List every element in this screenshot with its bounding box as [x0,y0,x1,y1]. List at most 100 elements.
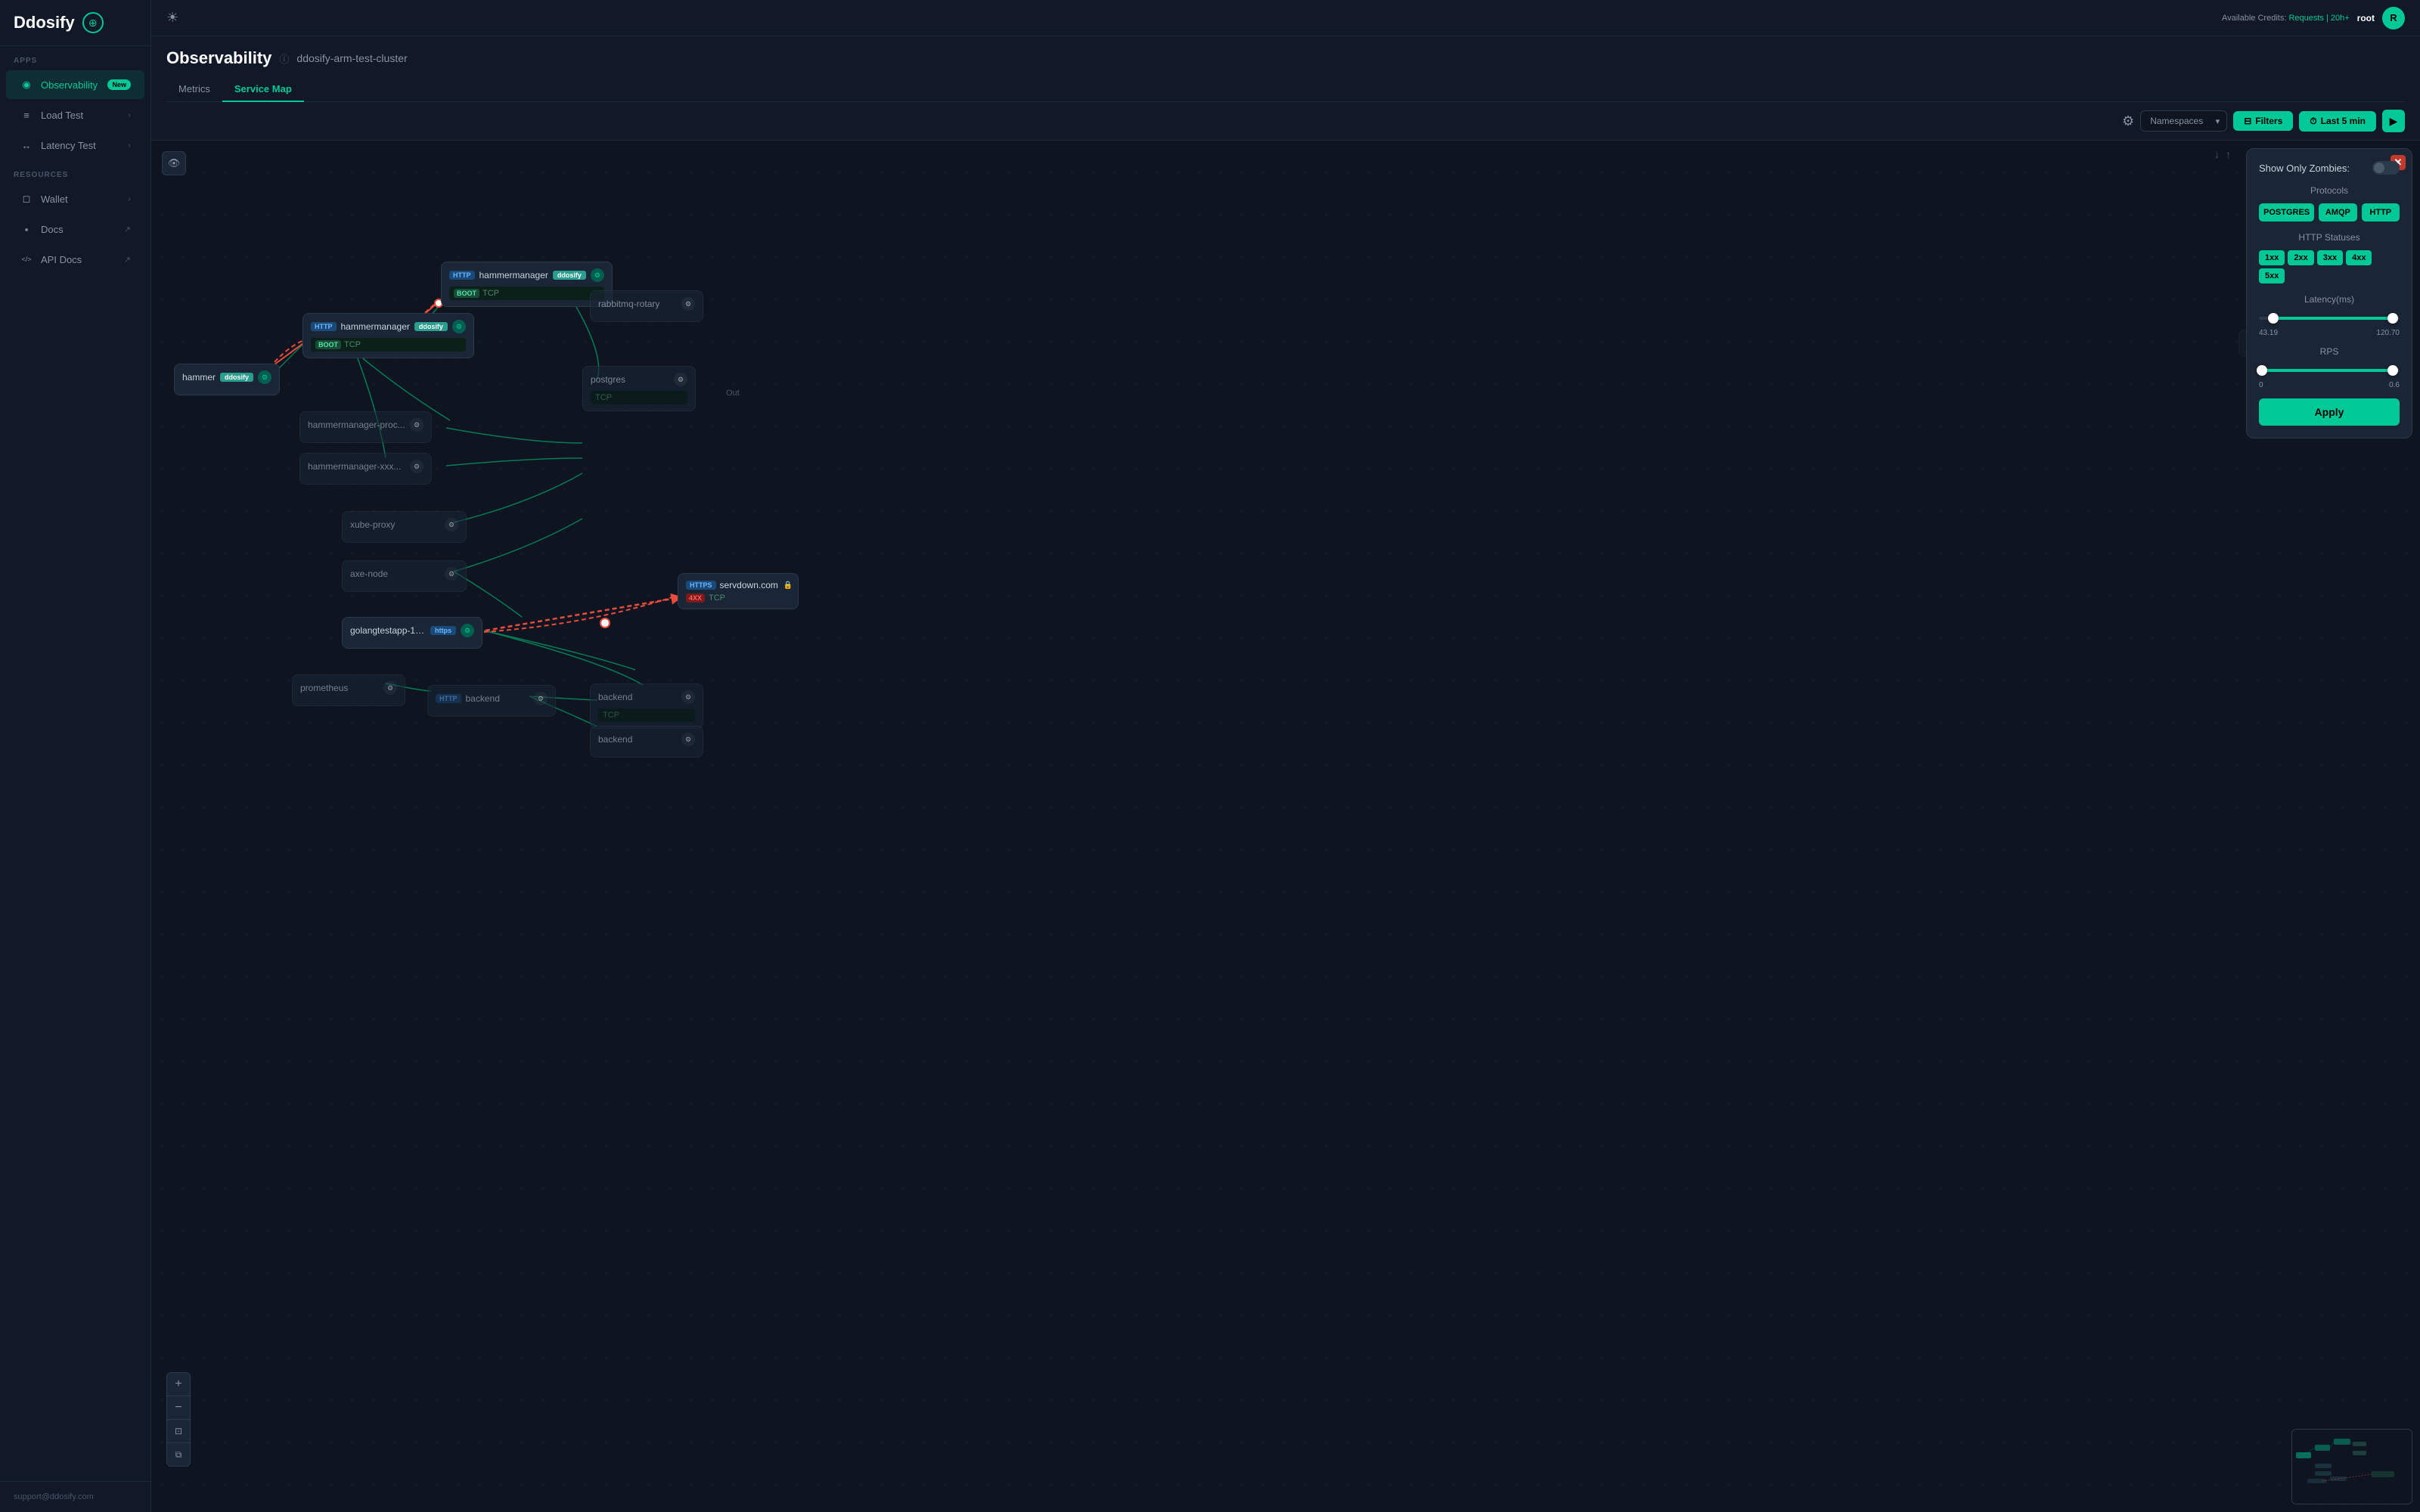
sort-down-icon[interactable]: ↓ [2214,148,2220,160]
node-header: axe-node ⚙ [350,567,458,581]
tab-service-map[interactable]: Service Map [222,77,304,102]
status-2xx-button[interactable]: 2xx [2288,250,2313,265]
amqp-proto-button[interactable]: AMQP [2319,203,2356,222]
node-postgres[interactable]: postgres ⚙ TCP [582,366,696,411]
cluster-name: ddosify-arm-test-cluster [296,52,407,64]
node-settings-icon[interactable]: ⚙ [452,320,466,333]
slider-fill [2262,369,2393,372]
node-settings-icon[interactable]: ⚙ [681,733,695,746]
api-docs-icon: </> [20,253,33,266]
postgres-proto-button[interactable]: POSTGRES [2259,203,2314,222]
zoom-in-button[interactable]: + [167,1373,190,1396]
rps-slider[interactable] [2259,363,2400,378]
latency-slider[interactable] [2259,311,2400,326]
node-settings-icon[interactable]: ⚙ [534,692,548,705]
sidebar-item-wallet[interactable]: ◻ Wallet › [6,184,144,213]
sidebar-item-label: Docs [41,224,116,235]
node-servdown[interactable]: HTTPS servdown.com 🔒 4XX TCP [678,573,799,609]
filters-button[interactable]: ⊟ Filters [2233,111,2293,131]
topbar-left: ☀ [166,10,178,26]
topbar-right: Available Credits: Requests | 20h+ root … [2222,7,2405,29]
namespaces-select[interactable]: Namespaces [2140,110,2227,132]
zoom-out-button[interactable]: − [167,1396,190,1419]
node-settings-icon[interactable]: ⚙ [591,268,604,282]
node-header: HTTP hammermanager ddosify ⚙ [449,268,604,282]
sidebar-item-label: Load Test [41,110,121,121]
sidebar-item-latency-test[interactable]: ↔ Latency Test › [6,131,144,160]
eye-toggle-button[interactable]: 👁 [162,151,186,175]
minimap[interactable] [2291,1429,2412,1504]
zoom-compass-button[interactable]: ⧉ [167,1443,190,1466]
node-settings-icon[interactable]: ⚙ [445,567,458,581]
node-settings-icon[interactable]: ⚙ [681,297,695,311]
node-hammer[interactable]: hammer ddosify ⚙ [174,364,280,395]
http-proto-button[interactable]: HTTP [2362,203,2400,222]
node-header: hammer ddosify ⚙ [182,370,271,384]
node-settings-icon[interactable]: ⚙ [410,418,424,432]
node-backend2[interactable]: backend ⚙ TCP [590,683,703,729]
node-settings-icon[interactable]: ⚙ [410,460,424,473]
slider-thumb-right[interactable] [2387,313,2398,324]
node-settings-icon[interactable]: ⚙ [681,690,695,704]
node-settings-icon[interactable]: ⚙ [383,681,397,695]
clock-icon: ⏱ [2310,116,2316,127]
external-link-icon: ↗ [124,255,131,265]
status-4xx-button[interactable]: 4xx [2346,250,2372,265]
zoom-fit-button[interactable]: ⊡ [167,1420,190,1442]
credits-label: Available Credits: Requests | 20h+ [2222,14,2350,23]
user-avatar: R [2382,7,2405,29]
theme-toggle-icon[interactable]: ☀ [166,10,178,26]
service-map-canvas[interactable]: 👁 [151,141,2420,1512]
node-settings-icon[interactable]: ⚙ [461,624,474,637]
node-header: xube-proxy ⚙ [350,518,458,531]
slider-thumb-right[interactable] [2387,365,2398,376]
rps-max: 0.6 [2389,381,2400,389]
zombies-toggle[interactable] [2372,161,2400,175]
sidebar-item-observability[interactable]: ◉ Observability New [6,70,144,99]
sidebar-item-load-test[interactable]: ≡ Load Test › [6,101,144,129]
node-prometheus[interactable]: prometheus ⚙ [292,674,405,706]
node-header: backend ⚙ [598,690,695,704]
node-settings-icon[interactable]: ⚙ [258,370,271,384]
toggle-knob [2374,163,2384,173]
slider-thumb-left[interactable] [2257,365,2267,376]
node-golangtestapp[interactable]: golangtestapp-1-21-... https ⚙ [342,617,482,649]
node-header: golangtestapp-1-21-... https ⚙ [350,624,474,637]
status-1xx-button[interactable]: 1xx [2259,250,2285,265]
chevron-icon: › [129,141,131,150]
node-rabbitmq[interactable]: rabbitmq-rotary ⚙ [590,290,703,322]
node-hammermanager-proc[interactable]: hammermanager-proc... ⚙ [299,411,432,443]
topbar: ☀ Available Credits: Requests | 20h+ roo… [151,0,2420,36]
status-5xx-button[interactable]: 5xx [2259,268,2285,284]
node-settings-icon[interactable]: ⚙ [445,518,458,531]
apply-button[interactable]: Apply [2259,398,2400,426]
node-backend[interactable]: HTTP backend ⚙ [427,685,556,717]
sidebar-item-docs[interactable]: ▪ Docs ↗ [6,215,144,243]
node-axe-node[interactable]: axe-node ⚙ [342,560,467,592]
namespaces-select-wrap: Namespaces [2140,110,2227,132]
rps-slider-section: RPS 0 0.6 [2259,346,2400,389]
sort-up-icon[interactable]: ↑ [2226,148,2231,160]
node-backend3[interactable]: backend ⚙ [590,726,703,758]
node-hammermanager-1[interactable]: HTTP hammermanager ddosify ⚙ BOOT TCP [302,313,474,358]
play-button[interactable]: ▶ [2382,110,2405,132]
protocols-title: Protocols [2259,185,2400,196]
node-hammermanager-2[interactable]: HTTP hammermanager ddosify ⚙ BOOT TCP [441,262,613,307]
sidebar: Ddosify ⊕ APPS ◉ Observability New ≡ Loa… [0,0,151,1512]
node-sub-protocol: BOOT TCP [449,287,604,300]
node-hammermanager-xxx[interactable]: hammermanager-xxx... ⚙ [299,453,432,485]
logo-area: Ddosify ⊕ [0,0,150,46]
node-settings-icon[interactable]: ⚙ [674,373,687,386]
show-zombies-label: Show Only Zombies: [2259,163,2350,174]
settings-icon[interactable]: ⚙ [2122,113,2134,129]
minimap-content [2292,1430,2412,1504]
node-xube-proxy[interactable]: xube-proxy ⚙ [342,511,467,543]
sidebar-item-api-docs[interactable]: </> API Docs ↗ [6,245,144,274]
tab-metrics[interactable]: Metrics [166,77,222,102]
time-range-button[interactable]: ⏱ Last 5 min [2299,111,2376,132]
status-3xx-button[interactable]: 3xx [2317,250,2343,265]
info-icon[interactable]: ⓘ [279,51,289,66]
slider-thumb-left[interactable] [2268,313,2279,324]
chevron-icon: › [129,195,131,203]
credits-link[interactable]: Requests | 20h+ [2288,14,2349,23]
